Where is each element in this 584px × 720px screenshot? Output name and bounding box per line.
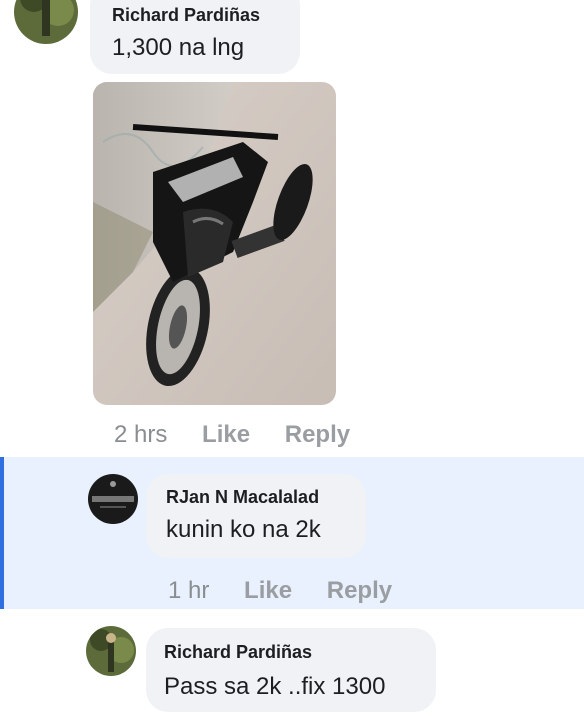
comment-time[interactable]: 1 hr: [168, 577, 209, 604]
comment-author[interactable]: Richard Pardiñas: [112, 5, 260, 26]
reply-button[interactable]: Reply: [285, 421, 350, 448]
like-button[interactable]: Like: [202, 421, 250, 448]
comment-author[interactable]: RJan N Macalalad: [166, 487, 319, 508]
comment-bubble: Richard Pardiñas Pass sa 2k ..fix 1300: [146, 628, 436, 712]
comment-text: Pass sa 2k ..fix 1300: [164, 673, 386, 700]
comment-text: kunin ko na 2k: [166, 516, 321, 543]
comment-photo[interactable]: [93, 82, 336, 405]
comment-author[interactable]: Richard Pardiñas: [164, 642, 312, 663]
reply-button[interactable]: Reply: [327, 577, 392, 604]
comment-meta: 1 hr Like Reply: [168, 577, 392, 605]
avatar[interactable]: [14, 0, 78, 44]
comment-bubble: Richard Pardiñas 1,300 na lng: [90, 0, 300, 74]
like-button[interactable]: Like: [244, 577, 292, 604]
comment-meta: 2 hrs Like Reply: [114, 421, 350, 449]
avatar[interactable]: [88, 474, 138, 524]
comment-time[interactable]: 2 hrs: [114, 421, 167, 448]
avatar[interactable]: [86, 626, 136, 676]
comment-bubble: RJan N Macalalad kunin ko na 2k: [146, 474, 366, 558]
comment-text: 1,300 na lng: [112, 34, 245, 61]
